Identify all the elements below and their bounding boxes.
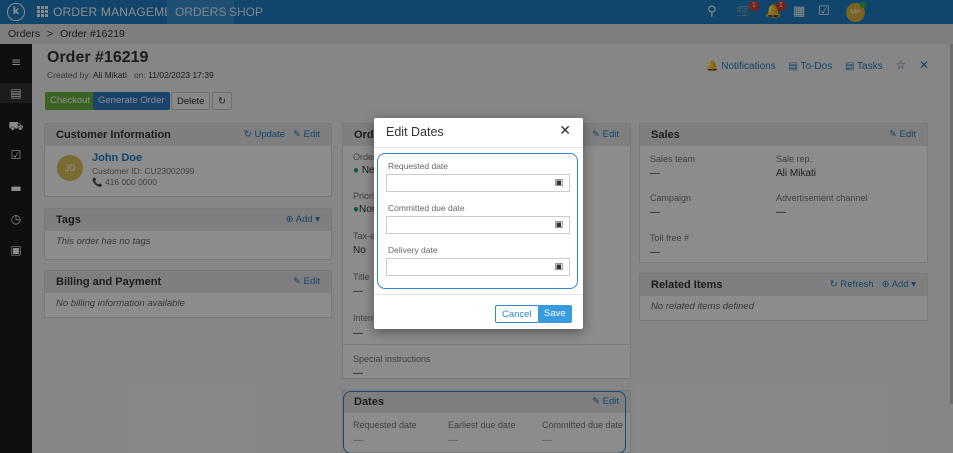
edit-dates-modal: Edit Dates ✕ Requested date ▣ Committed … <box>374 118 583 329</box>
modal-fields-highlight <box>377 153 578 289</box>
cancel-button[interactable]: Cancel <box>495 305 539 323</box>
modal-close-icon[interactable]: ✕ <box>559 123 571 139</box>
save-button[interactable]: Save <box>538 305 572 323</box>
modal-title: Edit Dates <box>386 125 444 139</box>
